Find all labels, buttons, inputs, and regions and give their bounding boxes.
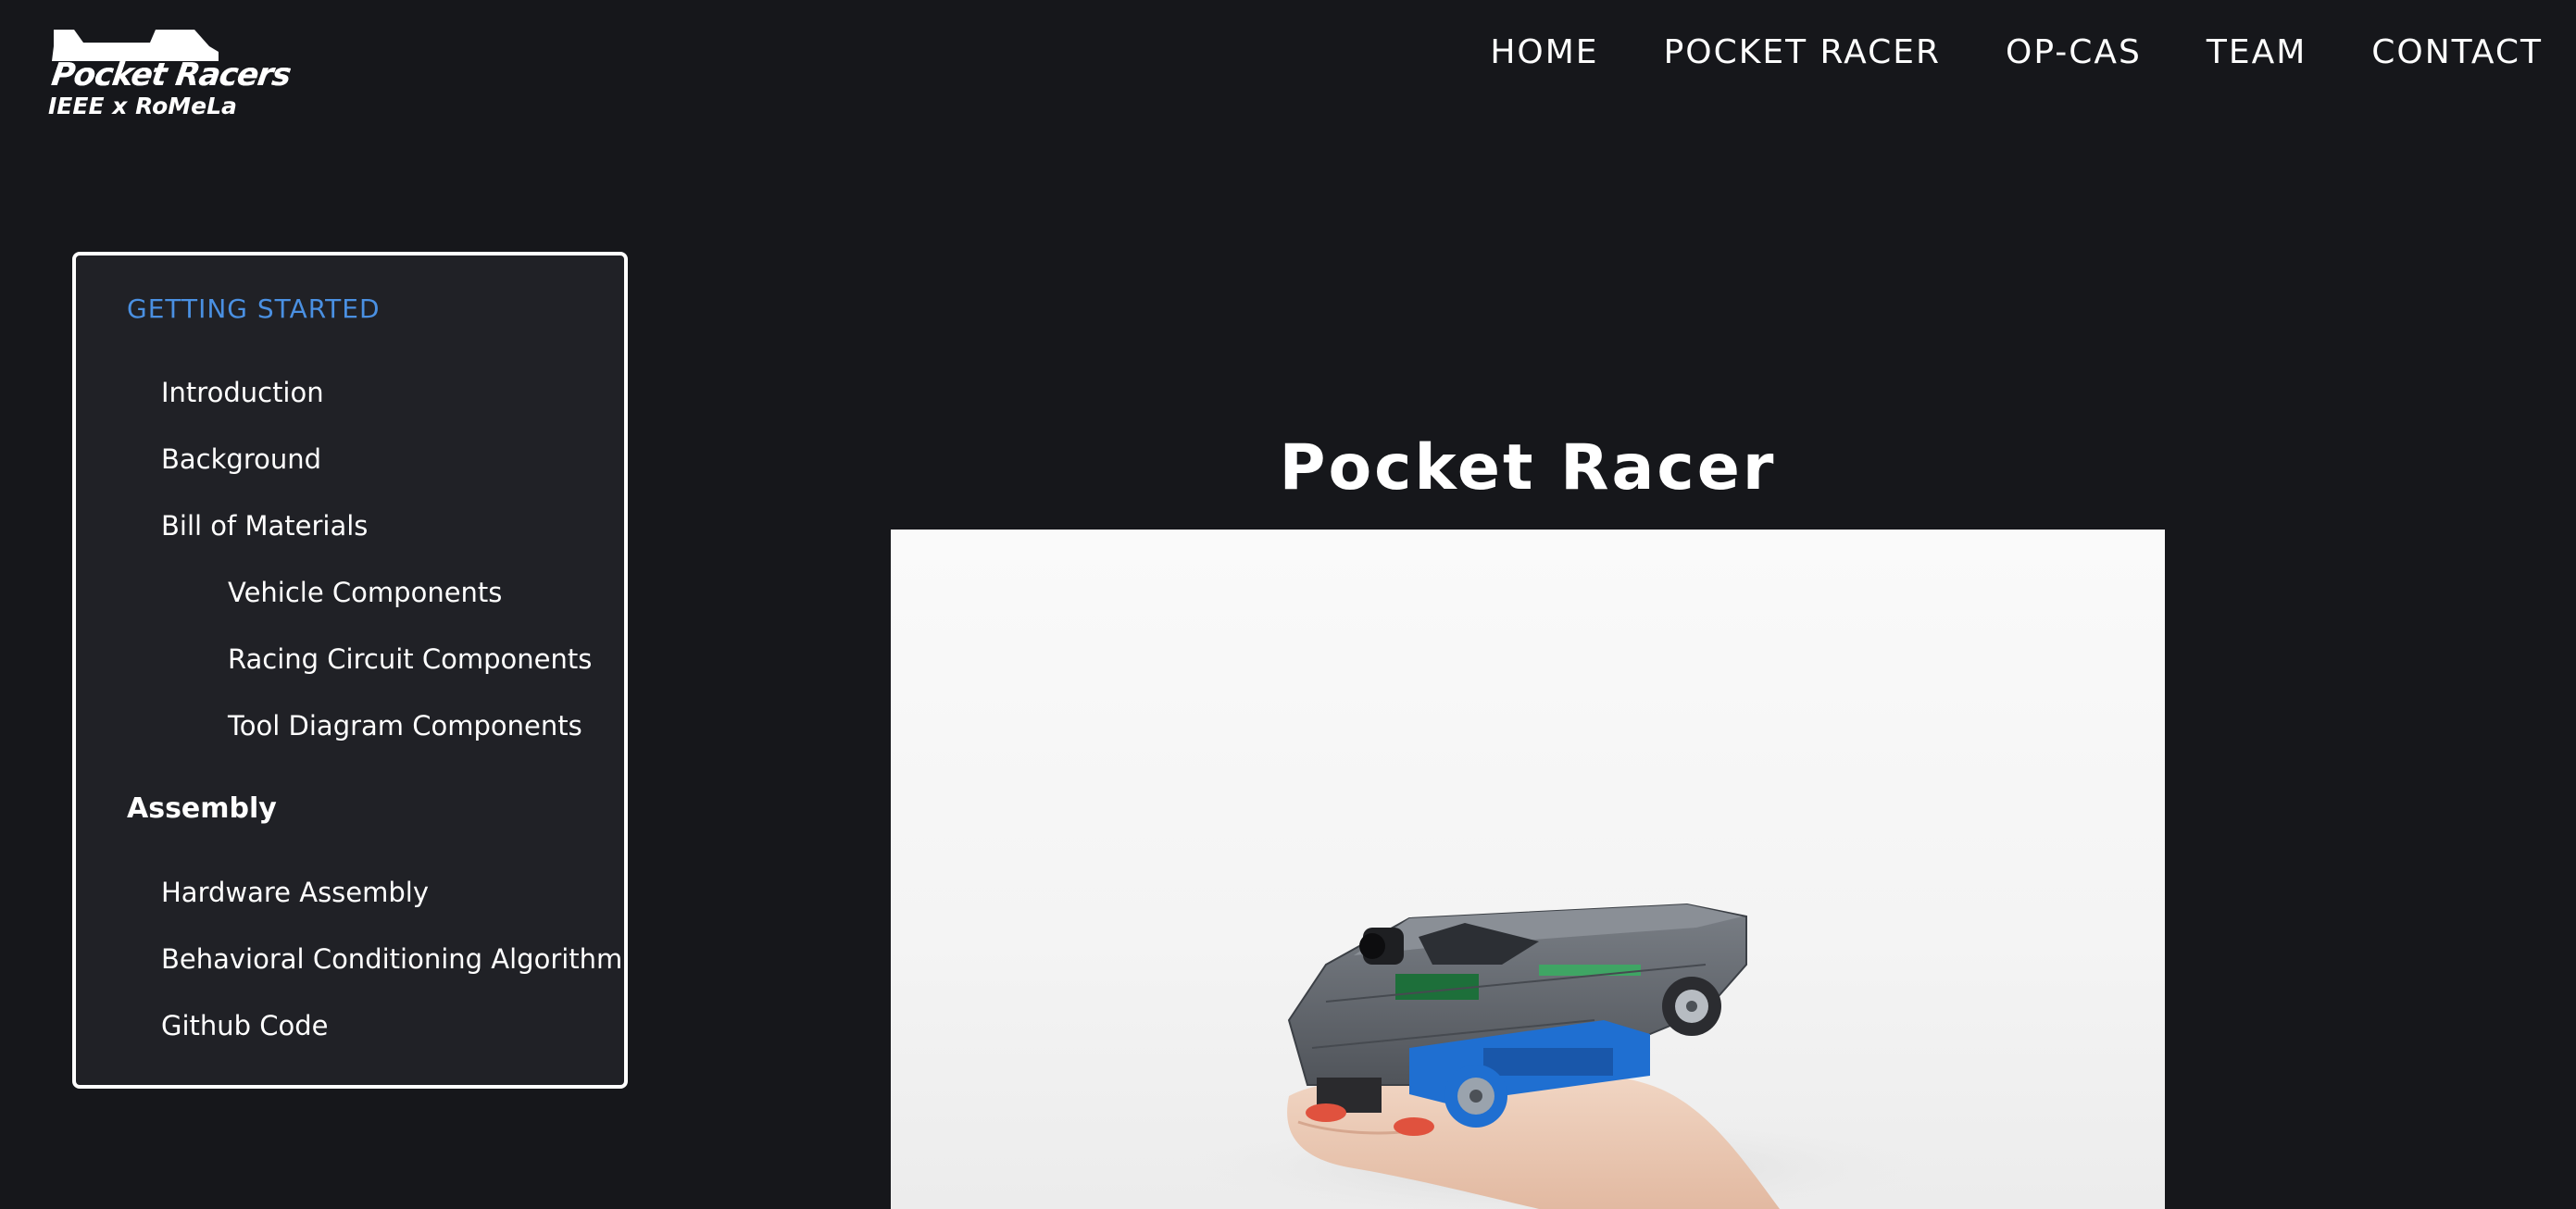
toc-github-code[interactable]: Github Code [161, 1007, 329, 1044]
nav-home[interactable]: HOME [1490, 28, 1598, 78]
toc-background[interactable]: Background [161, 441, 321, 478]
toc-hardware-assembly[interactable]: Hardware Assembly [161, 874, 429, 911]
nav-pocket-racer[interactable]: POCKET RACER [1664, 28, 1941, 78]
site-logo[interactable]: Pocket Racers IEEE x RoMeLa [46, 24, 293, 120]
pocket-racer-photo [1169, 903, 1946, 1209]
toc-behavioral-conditioning-algorithm[interactable]: Behavioral Conditioning Algorithm [161, 941, 622, 978]
toc-introduction[interactable]: Introduction [161, 374, 324, 411]
page-title: Pocket Racer [1279, 430, 1777, 505]
page: Pocket Racers IEEE x RoMeLa HOME POCKET … [0, 0, 2576, 1209]
toc-heading-getting-started[interactable]: GETTING STARTED [127, 291, 381, 328]
nav-team[interactable]: TEAM [2207, 28, 2307, 78]
nav-op-cas[interactable]: OP-CAS [2006, 28, 2142, 78]
toc-racing-circuit-components[interactable]: Racing Circuit Components [228, 641, 592, 678]
toc-tool-diagram-components[interactable]: Tool Diagram Components [228, 707, 582, 744]
main-nav: HOME POCKET RACER OP-CAS TEAM CONTACT [1425, 28, 2543, 78]
table-of-contents: GETTING STARTED Introduction Background … [72, 252, 628, 1089]
nav-contact[interactable]: CONTACT [2371, 28, 2543, 78]
hero-image [891, 530, 2165, 1209]
logo-title: Pocket Racers [49, 56, 294, 93]
toc-bill-of-materials[interactable]: Bill of Materials [161, 507, 368, 544]
toc-vehicle-components[interactable]: Vehicle Components [228, 574, 502, 611]
logo-subtitle: IEEE x RoMeLa [48, 93, 237, 119]
toc-heading-assembly[interactable]: Assembly [127, 791, 277, 828]
